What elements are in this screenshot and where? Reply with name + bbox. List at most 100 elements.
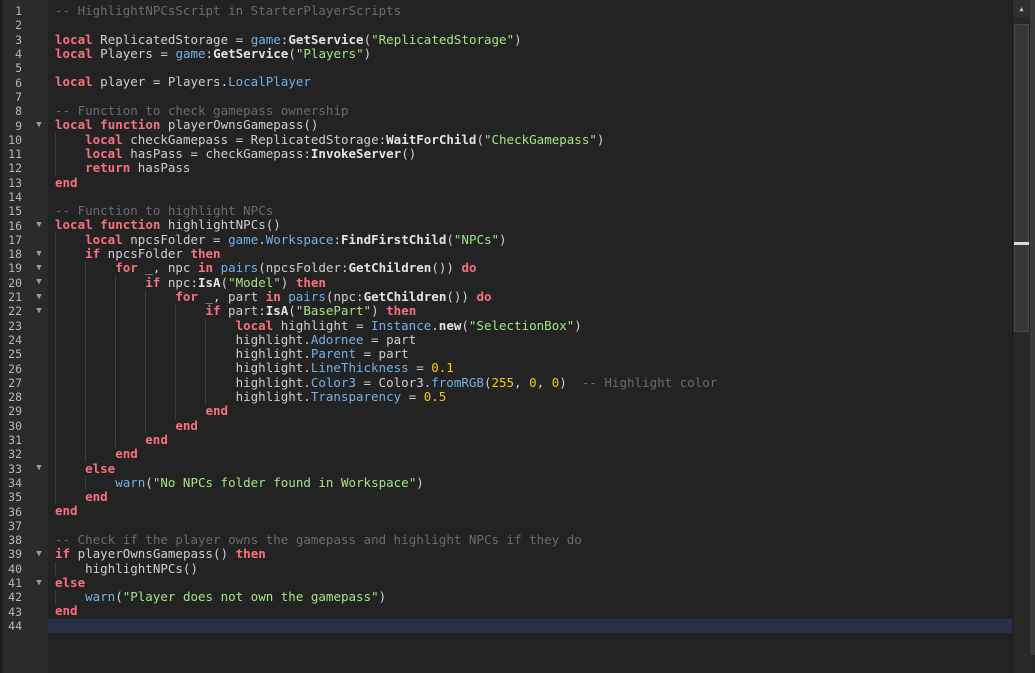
line-number[interactable]: 25 — [3, 347, 22, 361]
code-line[interactable] — [55, 519, 1012, 533]
code-line[interactable]: for _, part in pairs(npc:GetChildren()) … — [55, 290, 1012, 304]
code-line[interactable]: if npcsFolder then — [55, 247, 1012, 261]
code-line[interactable]: highlight.Color3 = Color3.fromRGB(255, 0… — [55, 376, 1012, 390]
code-line[interactable]: end — [55, 419, 1012, 433]
line-number[interactable]: 5 — [3, 61, 22, 75]
line-number[interactable]: 4 — [3, 47, 22, 61]
fold-arrow-icon[interactable]: ▼ — [22, 221, 48, 230]
scroll-up-button[interactable]: ▲ — [1013, 0, 1030, 17]
line-number[interactable]: 32 — [3, 447, 22, 461]
line-number[interactable]: 31 — [3, 433, 22, 447]
line-number[interactable]: 34 — [3, 476, 22, 490]
line-number[interactable]: 28 — [3, 390, 22, 404]
code-line[interactable] — [55, 18, 1012, 32]
line-number[interactable]: 19 — [3, 261, 22, 275]
fold-arrow-icon[interactable]: ▼ — [22, 464, 48, 473]
code-line[interactable]: for _, npc in pairs(npcsFolder:GetChildr… — [55, 261, 1012, 275]
code-line[interactable]: local ReplicatedStorage = game:GetServic… — [55, 33, 1012, 47]
code-line[interactable]: end — [55, 176, 1012, 190]
code-line[interactable]: local checkGamepass = ReplicatedStorage:… — [55, 133, 1012, 147]
code-line[interactable]: -- Function to highlight NPCs — [55, 204, 1012, 218]
code-line[interactable]: if npc:IsA("Model") then — [55, 276, 1012, 290]
line-number[interactable]: 43 — [3, 605, 22, 619]
line-number[interactable]: 39 — [3, 547, 22, 561]
code-line[interactable]: return hasPass — [55, 161, 1012, 175]
code-line[interactable]: if part:IsA("BasePart") then — [55, 304, 1012, 318]
line-number[interactable]: 1 — [3, 4, 22, 18]
code-line[interactable]: end — [55, 433, 1012, 447]
line-number[interactable]: 6 — [3, 76, 22, 90]
code-line[interactable]: -- Function to check gamepass ownership — [55, 104, 1012, 118]
fold-arrow-icon[interactable]: ▼ — [22, 264, 48, 273]
line-number[interactable]: 44 — [3, 619, 22, 633]
code-line[interactable]: end — [55, 604, 1012, 618]
code-line[interactable]: local function playerOwnsGamepass() — [55, 118, 1012, 132]
fold-arrow-icon[interactable]: ▼ — [22, 121, 48, 130]
line-number[interactable]: 29 — [3, 404, 22, 418]
code-line[interactable]: highlight.Transparency = 0.5 — [55, 390, 1012, 404]
code-line[interactable] — [55, 61, 1012, 75]
line-number[interactable]: 12 — [3, 161, 22, 175]
code-line[interactable]: local highlight = Instance.new("Selectio… — [55, 319, 1012, 333]
line-number[interactable]: 22 — [3, 304, 22, 318]
line-number[interactable]: 27 — [3, 376, 22, 390]
code-line[interactable]: highlight.LineThickness = 0.1 — [55, 361, 1012, 375]
fold-arrow-icon[interactable]: ▼ — [22, 278, 48, 287]
line-number[interactable]: 38 — [3, 533, 22, 547]
line-number[interactable]: 10 — [3, 133, 22, 147]
vertical-scrollbar[interactable]: ▲ — [1012, 0, 1030, 673]
code-area[interactable]: -- HighlightNPCsScript in StarterPlayerS… — [48, 0, 1012, 673]
code-line[interactable]: end — [55, 447, 1012, 461]
code-line[interactable]: local npcsFolder = game.Workspace:FindFi… — [55, 233, 1012, 247]
fold-arrow-icon[interactable]: ▼ — [22, 579, 48, 588]
current-code-line[interactable] — [48, 619, 1012, 633]
line-number[interactable]: 23 — [3, 319, 22, 333]
fold-arrow-icon[interactable]: ▼ — [22, 550, 48, 559]
code-line[interactable]: -- Check if the player owns the gamepass… — [55, 533, 1012, 547]
code-line[interactable] — [55, 190, 1012, 204]
code-line[interactable]: else — [55, 576, 1012, 590]
line-number[interactable]: 9 — [3, 119, 22, 133]
code-line[interactable]: highlightNPCs() — [55, 562, 1012, 576]
code-line[interactable] — [55, 90, 1012, 104]
line-number[interactable]: 15 — [3, 204, 22, 218]
line-number[interactable]: 42 — [3, 590, 22, 604]
code-line[interactable]: local function highlightNPCs() — [55, 218, 1012, 232]
line-number[interactable]: 2 — [3, 18, 22, 32]
line-number[interactable]: 11 — [3, 147, 22, 161]
code-line[interactable]: highlight.Adornee = part — [55, 333, 1012, 347]
code-line[interactable]: local player = Players.LocalPlayer — [55, 75, 1012, 89]
line-number[interactable]: 14 — [3, 190, 22, 204]
code-line[interactable]: end — [55, 490, 1012, 504]
code-line[interactable]: warn("Player does not own the gamepass") — [55, 590, 1012, 604]
line-number[interactable]: 7 — [3, 90, 22, 104]
line-number[interactable]: 40 — [3, 562, 22, 576]
code-line[interactable]: local Players = game:GetService("Players… — [55, 47, 1012, 61]
code-line[interactable]: highlight.Parent = part — [55, 347, 1012, 361]
line-number[interactable]: 3 — [3, 33, 22, 47]
line-number[interactable]: 24 — [3, 333, 22, 347]
fold-arrow-icon[interactable]: ▼ — [22, 250, 48, 259]
line-number[interactable]: 21 — [3, 290, 22, 304]
script-editor[interactable]: 123456789▼10111213141516▼1718▼19▼20▼21▼2… — [0, 0, 1035, 673]
scrollbar-thumb[interactable] — [1014, 24, 1029, 332]
code-line[interactable]: end — [55, 504, 1012, 518]
code-line[interactable]: local hasPass = checkGamepass:InvokeServ… — [55, 147, 1012, 161]
line-number[interactable]: 13 — [3, 176, 22, 190]
line-number[interactable]: 30 — [3, 419, 22, 433]
code-line[interactable]: end — [55, 404, 1012, 418]
line-number[interactable]: 35 — [3, 490, 22, 504]
line-number[interactable]: 16 — [3, 219, 22, 233]
line-number[interactable]: 17 — [3, 233, 22, 247]
code-line[interactable]: else — [55, 462, 1012, 476]
line-number[interactable]: 36 — [3, 505, 22, 519]
line-number[interactable]: 8 — [3, 104, 22, 118]
line-number[interactable]: 41 — [3, 576, 22, 590]
fold-arrow-icon[interactable]: ▼ — [22, 307, 48, 316]
line-number[interactable]: 26 — [3, 362, 22, 376]
fold-arrow-icon[interactable]: ▼ — [22, 293, 48, 302]
code-line[interactable]: if playerOwnsGamepass() then — [55, 547, 1012, 561]
line-number[interactable]: 18 — [3, 247, 22, 261]
code-line[interactable]: -- HighlightNPCsScript in StarterPlayerS… — [55, 4, 1012, 18]
line-number[interactable]: 20 — [3, 276, 22, 290]
